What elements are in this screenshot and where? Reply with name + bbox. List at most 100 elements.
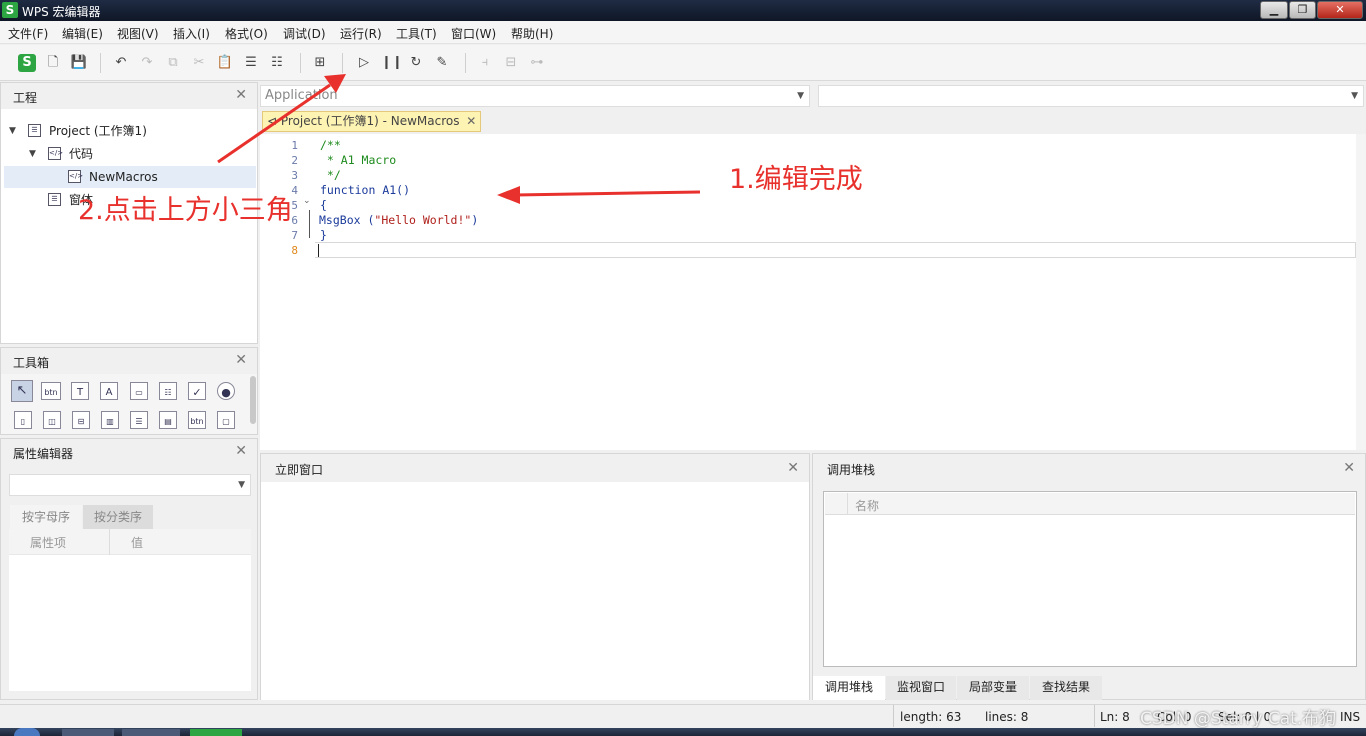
tab-find-results[interactable]: 查找结果 (1030, 676, 1102, 700)
pointer-tool-icon[interactable]: ↖ (11, 380, 33, 402)
spin-tool-icon[interactable]: ◫ (43, 411, 61, 429)
copy-icon[interactable]: ⧉ (164, 54, 182, 72)
chevron-down-icon[interactable]: ▼ (238, 475, 245, 495)
close-icon[interactable]: ✕ (787, 460, 799, 476)
menu-debug[interactable]: 调试(D) (283, 25, 326, 42)
menu-help[interactable]: 帮助(H) (511, 25, 553, 42)
align-center-icon[interactable]: ⊟ (502, 54, 520, 72)
procedure-combo[interactable]: ▼ (818, 85, 1364, 107)
editor-scrollbar[interactable] (1356, 134, 1366, 450)
annotation-step2: 2.点击上方小三角 (78, 195, 293, 226)
caret-down-icon[interactable]: ▼ (9, 120, 16, 142)
pause-icon[interactable]: ❙❙ (381, 54, 403, 72)
tree-item-project[interactable]: ▼ ☰ Project (工作簿1) (9, 120, 249, 142)
line-number: 1 (291, 139, 298, 152)
menu-format[interactable]: 格式(O) (225, 25, 268, 42)
toolbox-panel-header: 工具箱 ✕ (1, 348, 257, 374)
scrollbar-tool-icon[interactable]: ▯ (14, 411, 32, 429)
code-line: { (320, 198, 327, 212)
menu-window[interactable]: 窗口(W) (451, 25, 496, 42)
document-tab[interactable]: ⊲ Project (工作簿1) - NewMacros ✕ (262, 111, 482, 132)
tab-callstack[interactable]: 调用堆栈 (813, 676, 885, 700)
uncomment-block-icon[interactable]: ☷ (268, 54, 286, 72)
close-icon[interactable]: ✕ (1343, 460, 1355, 476)
code-line: /** (320, 138, 341, 152)
caret-down-icon[interactable]: ▼ (29, 143, 36, 165)
object-selector[interactable]: ▼ (9, 474, 251, 496)
start-icon[interactable] (14, 728, 40, 736)
listbox-tool-icon[interactable]: ☷ (159, 382, 177, 400)
taskbar-app[interactable] (62, 729, 114, 736)
tree-label: NewMacros (89, 170, 158, 184)
tab-watch[interactable]: 监视窗口 (886, 676, 956, 700)
toolbox-panel: 工具箱 ✕ ↖ btn T A ▭ ☷ ✓ ● ▯ ◫ ⊟ ▥ ☰ ▤ btn … (0, 347, 258, 435)
checkbox-tool-icon[interactable]: ✓ (188, 382, 206, 400)
label-tool-icon[interactable]: T (71, 382, 89, 400)
properties-panel: 属性编辑器 ✕ ▼ 按字母序 按分类序 属性项 值 (0, 438, 258, 700)
frame-tool-icon[interactable]: ▭ (130, 382, 148, 400)
toolbar-separator (465, 53, 466, 73)
menu-edit[interactable]: 编辑(E) (62, 25, 103, 42)
forms-folder-icon: ☰ (48, 193, 61, 206)
maximize-button[interactable]: ❐ (1289, 1, 1316, 19)
close-icon[interactable]: ✕ (466, 114, 476, 128)
refedit-tool-icon[interactable]: ▢ (217, 411, 235, 429)
radio-tool-icon[interactable]: ● (217, 382, 235, 400)
code-folder-icon: </> (48, 147, 63, 160)
close-icon[interactable]: ✕ (235, 87, 247, 103)
tab-alphabetic[interactable]: 按字母序 (10, 505, 82, 529)
tabstrip-tool-icon[interactable]: ☰ (130, 411, 148, 429)
undo-icon[interactable]: ↶ (112, 54, 130, 72)
chevron-down-icon[interactable]: ▼ (797, 86, 804, 106)
close-button[interactable]: ✕ (1317, 1, 1363, 19)
combobox-tool-icon[interactable]: ⊟ (72, 411, 90, 429)
menu-file[interactable]: 文件(F) (8, 25, 48, 42)
align-distribute-icon[interactable]: ⊶ (528, 54, 546, 72)
minimize-button[interactable]: ▁ (1260, 1, 1288, 19)
callstack-panel-header: 调用堆栈 ✕ (813, 454, 1365, 482)
toolbar: S 🗋 💾 ↶ ↷ ⧉ ✂ 📋 ☰ ☷ ⊞ ▷ ❙❙ ↻ ✎ ⫞ ⊟ ⊶ (0, 45, 1366, 81)
fold-icon[interactable]: ⌄ (303, 196, 311, 206)
tab-locals[interactable]: 局部变量 (957, 676, 1029, 700)
new-module-icon[interactable]: 🗋 (44, 54, 62, 72)
toolbox-scrollbar[interactable] (250, 376, 256, 424)
menu-run[interactable]: 运行(R) (340, 25, 382, 42)
tree-item-newmacros[interactable]: </> NewMacros (4, 166, 256, 188)
editor-area: Application ▼ ▼ ⊲ Project (工作簿1) - NewMa… (260, 82, 1366, 452)
menu-view[interactable]: 视图(V) (117, 25, 159, 42)
align-left-icon[interactable]: ⫞ (476, 54, 494, 72)
image-tool-icon[interactable]: ▥ (101, 411, 119, 429)
textbox-tool-icon[interactable]: A (100, 382, 118, 400)
menu-tools[interactable]: 工具(T) (396, 25, 437, 42)
tab-categorized[interactable]: 按分类序 (83, 505, 153, 529)
design-mode-icon[interactable]: ✎ (433, 54, 451, 72)
cut-icon[interactable]: ✂ (190, 54, 208, 72)
togglebutton-tool-icon[interactable]: btn (188, 411, 206, 429)
run-icon[interactable]: ▷ (355, 54, 373, 72)
button-tool-icon[interactable]: btn (41, 382, 61, 400)
taskbar (0, 728, 1366, 736)
taskbar-app-wps[interactable] (190, 729, 242, 736)
save-icon[interactable]: 💾 (70, 54, 88, 72)
redo-icon[interactable]: ↷ (138, 54, 156, 72)
tree-item-code[interactable]: ▼ </> 代码 (29, 143, 249, 165)
toolbar-separator (342, 53, 343, 73)
menu-insert[interactable]: 插入(I) (173, 25, 210, 42)
reset-icon[interactable]: ↻ (407, 54, 425, 72)
comment-block-icon[interactable]: ☰ (242, 54, 260, 72)
property-grid: 属性项 值 (9, 529, 251, 691)
multipage-tool-icon[interactable]: ▤ (159, 411, 177, 429)
immediate-input[interactable] (261, 482, 809, 700)
callstack-panel: 调用堆栈 ✕ 名称 (812, 453, 1366, 700)
taskbar-app[interactable] (122, 729, 180, 736)
close-icon[interactable]: ✕ (235, 352, 247, 368)
object-combo[interactable]: Application ▼ (260, 85, 810, 107)
status-lines: lines: 8 (985, 710, 1029, 724)
close-icon[interactable]: ✕ (235, 443, 247, 459)
chevron-down-icon[interactable]: ▼ (1351, 86, 1358, 106)
insert-form-icon[interactable]: ⊞ (311, 54, 329, 72)
code-punctuation: ) (471, 213, 479, 227)
code-identifier: A1() (382, 183, 411, 197)
paste-icon[interactable]: 📋 (216, 54, 234, 72)
wps-app-icon[interactable]: S (18, 54, 36, 72)
